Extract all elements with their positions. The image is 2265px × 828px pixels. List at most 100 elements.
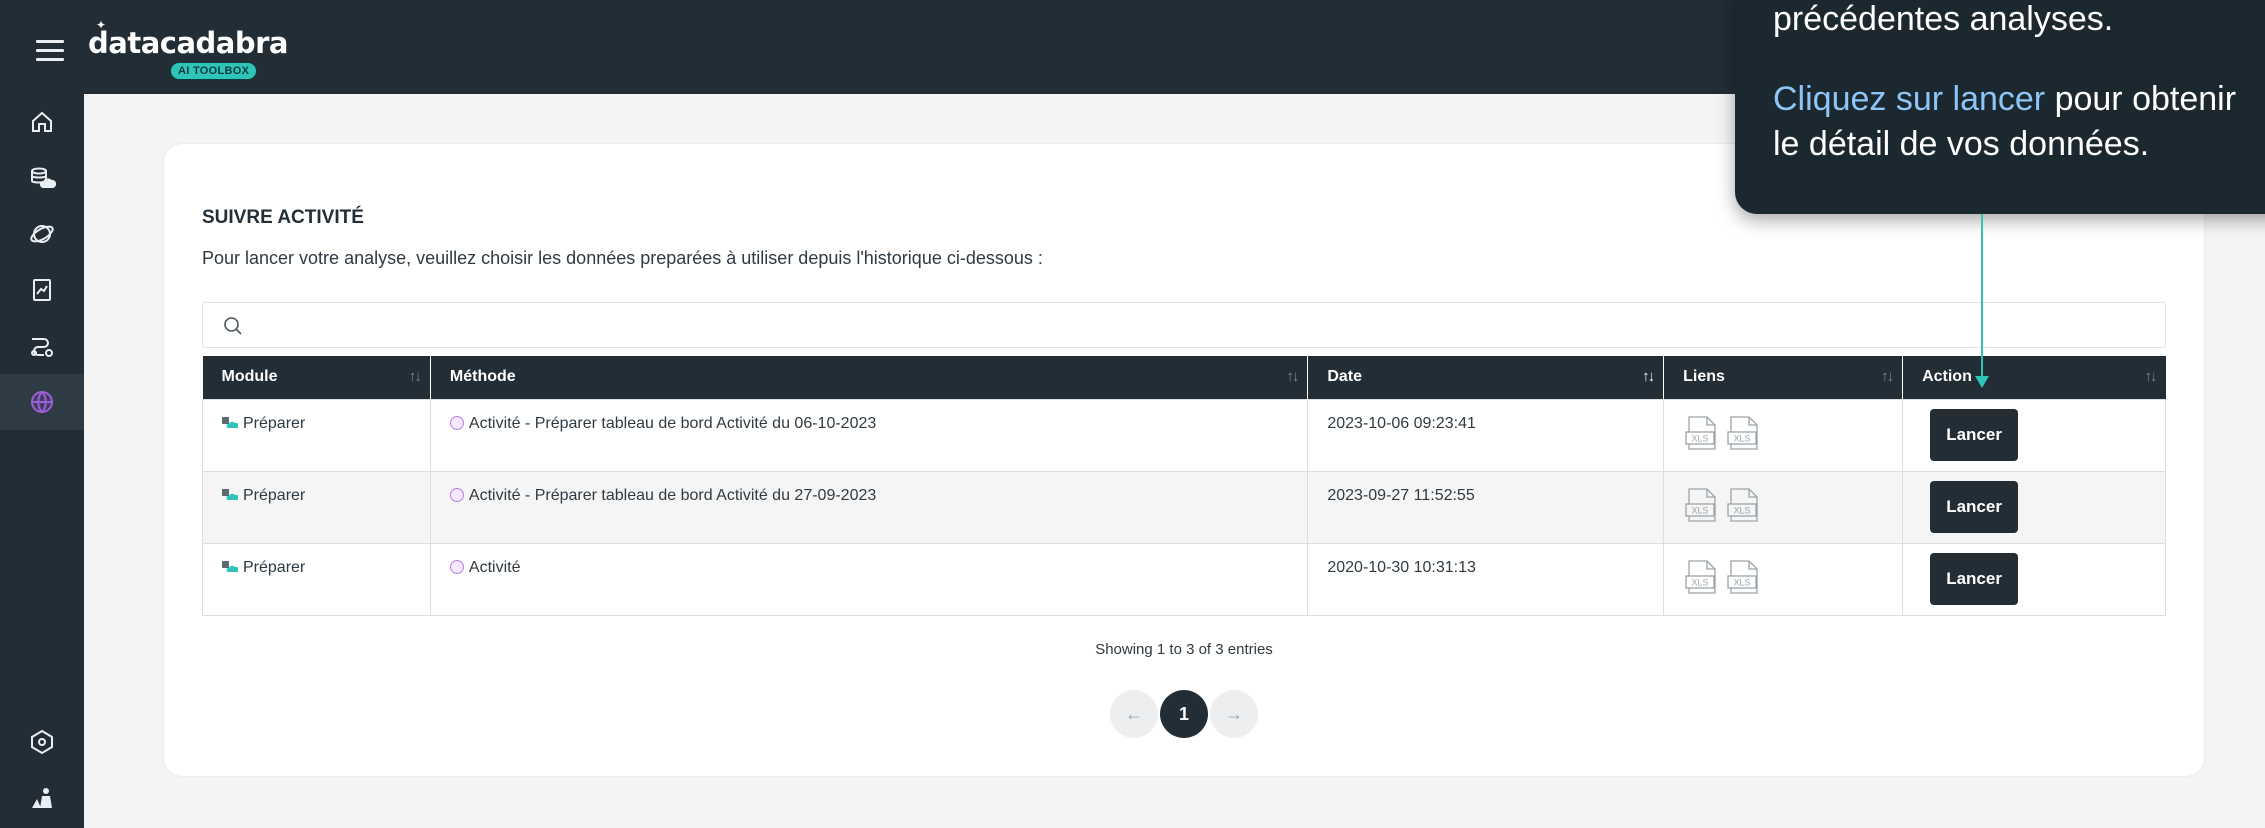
tooltip-text: pour obtenir (2045, 80, 2237, 118)
table-header-row: Module ↑↓ Méthode ↑↓ Date ↑↓ Liens ↑↓ Action… (202, 356, 2166, 399)
column-label: Module (221, 368, 278, 386)
workflow-icon (31, 338, 53, 357)
sidebar-item-settings[interactable] (0, 714, 84, 770)
methode-cell: Activité - Préparer tableau de bord Acti… (429, 398, 1309, 472)
column-header-date[interactable]: Date ↑↓ (1307, 356, 1665, 399)
column-label: Date (1327, 368, 1363, 386)
date-cell: 2023-10-06 09:23:41 (1307, 398, 1665, 472)
tooltip-text: le détail de vos données. (1773, 125, 2150, 163)
xls-file-icon[interactable]: XLS (1725, 558, 1763, 596)
hexagon-settings-icon (31, 729, 53, 755)
lancer-button[interactable]: Lancer (1930, 408, 2019, 461)
module-label: Préparer (243, 414, 306, 432)
column-label: Action (1922, 368, 1972, 386)
xls-label: XLS (1734, 433, 1751, 443)
xls-file-icon[interactable]: XLS (1683, 414, 1721, 452)
next-page-button[interactable]: → (1210, 690, 1258, 738)
logo-badge: AI TOOLBOX (170, 62, 258, 80)
sidebar (0, 94, 84, 828)
pagination: ← 1 → (1110, 690, 1258, 738)
search-input[interactable] (259, 311, 2139, 341)
guide-tooltip: précédentes analyses. Cliquez sur lancer… (1735, 0, 2265, 214)
xls-file-icon[interactable]: XLS (1683, 558, 1721, 596)
menu-icon[interactable] (36, 40, 64, 61)
methode-cell: Activité - Préparer tableau de bord Acti… (429, 470, 1309, 544)
tooltip-link[interactable]: Cliquez sur lancer (1773, 80, 2045, 118)
module-cell: Préparer (202, 398, 431, 472)
activity-globe-icon (449, 415, 464, 430)
sidebar-item-reports[interactable] (0, 262, 84, 318)
history-table: Module ↑↓ Méthode ↑↓ Date ↑↓ Liens ↑↓ Action… (202, 356, 2166, 616)
report-chart-icon (33, 279, 51, 301)
column-header-methode[interactable]: Méthode ↑↓ (430, 356, 1309, 399)
module-label: Préparer (243, 558, 306, 576)
lancer-button[interactable]: Lancer (1930, 552, 2019, 605)
home-icon (32, 111, 52, 132)
action-cell: Lancer (1902, 470, 2166, 544)
table-row: Préparer Activité - Préparer tableau de … (202, 398, 2166, 472)
module-cell: Préparer (202, 542, 431, 616)
page-description: Pour lancer votre analyse, veuillez choi… (202, 248, 1043, 268)
column-header-module[interactable]: Module ↑↓ (202, 356, 431, 399)
database-cloud-icon (222, 488, 238, 500)
sidebar-item-data[interactable] (0, 150, 84, 206)
search-box (202, 302, 2166, 348)
xls-file-icon[interactable]: XLS (1725, 414, 1763, 452)
date-cell: 2023-09-27 11:52:55 (1307, 470, 1665, 544)
xls-file-icon[interactable]: XLS (1725, 486, 1763, 524)
column-label: Méthode (449, 368, 516, 386)
action-cell: Lancer (1902, 542, 2166, 616)
module-label: Préparer (243, 486, 306, 504)
table-row: Préparer Activité 2020-10-30 10:31:13 XL… (202, 542, 2166, 616)
methode-label: Activité - Préparer tableau de bord Acti… (468, 486, 877, 504)
tooltip-text: précédentes analyses. (1773, 0, 2114, 38)
liens-cell: XLS XLS (1663, 542, 1904, 616)
column-header-liens[interactable]: Liens ↑↓ (1663, 356, 1904, 399)
action-cell: Lancer (1902, 398, 2166, 472)
sidebar-item-activity[interactable] (0, 374, 84, 430)
sort-icon: ↑↓ (1286, 368, 1299, 385)
sidebar-item-analysis[interactable] (0, 206, 84, 262)
previous-page-button[interactable]: ← (1110, 690, 1158, 738)
xls-label: XLS (1692, 505, 1709, 515)
xls-file-icon[interactable]: XLS (1683, 486, 1721, 524)
xls-label: XLS (1734, 577, 1751, 587)
sort-icon: ↑↓ (408, 368, 422, 385)
liens-cell: XLS XLS (1663, 470, 1904, 544)
sort-icon: ↑↓ (1881, 368, 1894, 385)
sidebar-item-user[interactable] (0, 770, 84, 826)
xls-label: XLS (1734, 505, 1751, 515)
module-cell: Préparer (202, 470, 431, 544)
page-button-1[interactable]: 1 (1160, 690, 1208, 738)
database-cloud-icon (31, 167, 56, 188)
methode-label: Activité (468, 558, 521, 576)
liens-cell: XLS XLS (1663, 398, 1904, 472)
sort-icon: ↑↓ (2144, 368, 2158, 385)
search-icon (224, 317, 242, 335)
activity-card: SUIVRE ACTIVITÉ Pour lancer votre analys… (164, 144, 2204, 776)
tooltip-pointer-arrow-icon (1975, 376, 1989, 388)
lancer-button[interactable]: Lancer (1930, 480, 2019, 533)
database-cloud-icon (222, 560, 238, 572)
database-cloud-icon (222, 416, 238, 428)
methode-label: Activité - Préparer tableau de bord Acti… (468, 414, 877, 432)
logo[interactable]: datacadabra (88, 26, 288, 60)
activity-globe-icon (449, 487, 464, 502)
date-cell: 2020-10-30 10:31:13 (1307, 542, 1665, 616)
column-label: Liens (1683, 368, 1725, 386)
activity-globe-icon (449, 559, 464, 574)
sidebar-item-workflow[interactable] (0, 318, 84, 374)
xls-label: XLS (1692, 577, 1709, 587)
tooltip-pointer-line (1981, 214, 1983, 378)
page-title: SUIVRE ACTIVITÉ (202, 207, 364, 228)
xls-label: XLS (1692, 433, 1709, 443)
sidebar-item-home[interactable] (0, 94, 84, 150)
table-row: Préparer Activité - Préparer tableau de … (202, 470, 2166, 544)
methode-cell: Activité (429, 542, 1309, 616)
column-header-action[interactable]: Action ↑↓ (1902, 356, 2166, 399)
orbit-icon (30, 225, 54, 243)
sort-desc-icon: ↑↓ (1642, 368, 1655, 385)
user-tools-icon (32, 788, 52, 808)
activity-globe-icon (31, 391, 53, 413)
entries-info: Showing 1 to 3 of 3 entries (1095, 641, 1273, 658)
